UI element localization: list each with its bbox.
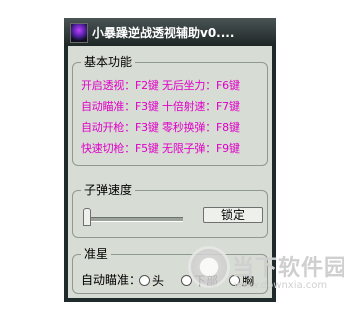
feature-row: 开启透视：F2键 无后坐力：F6键: [81, 79, 240, 92]
features-group-label: 基本功能: [81, 55, 136, 69]
bullet-speed-group-label: 子弹速度: [81, 183, 136, 197]
feature-row: 自动瞄准：F3键 十倍射速：F7键: [81, 100, 240, 113]
speed-slider-track[interactable]: [83, 217, 183, 222]
watermark-text: 当下软件园: [232, 256, 344, 281]
auto-aim-label: 自动瞄准：: [81, 273, 142, 287]
watermark-logo-icon: [188, 246, 230, 288]
window-title: 小暴躁逆战透视辅助v0....: [92, 25, 235, 40]
speed-slider-thumb[interactable]: [83, 208, 91, 226]
title-bar[interactable]: 小暴躁逆战透视辅助v0....: [64, 18, 276, 46]
watermark-url: www.downxia.com: [234, 280, 328, 291]
radio-head-label: 头: [152, 274, 165, 288]
feature-row: 快速切枪：F5键 无限子弹：F9键: [81, 142, 240, 155]
lock-button[interactable]: 锁定: [203, 207, 263, 223]
features-group: 基本功能 开启透视：F2键 无后坐力：F6键 自动瞄准：F3键 十倍射速：F7键…: [72, 55, 268, 166]
radio-head[interactable]: 头: [139, 272, 164, 289]
bullet-speed-group: 子弹速度 锁定: [72, 183, 268, 238]
feature-row: 自动开枪：F3键 零秒换弹：F8键: [81, 121, 240, 134]
crosshair-group-label: 准星: [81, 247, 112, 261]
watermark: 当下软件园 www.downxia.com: [188, 246, 344, 300]
radio-circle: [139, 275, 150, 286]
app-icon: [70, 23, 88, 43]
